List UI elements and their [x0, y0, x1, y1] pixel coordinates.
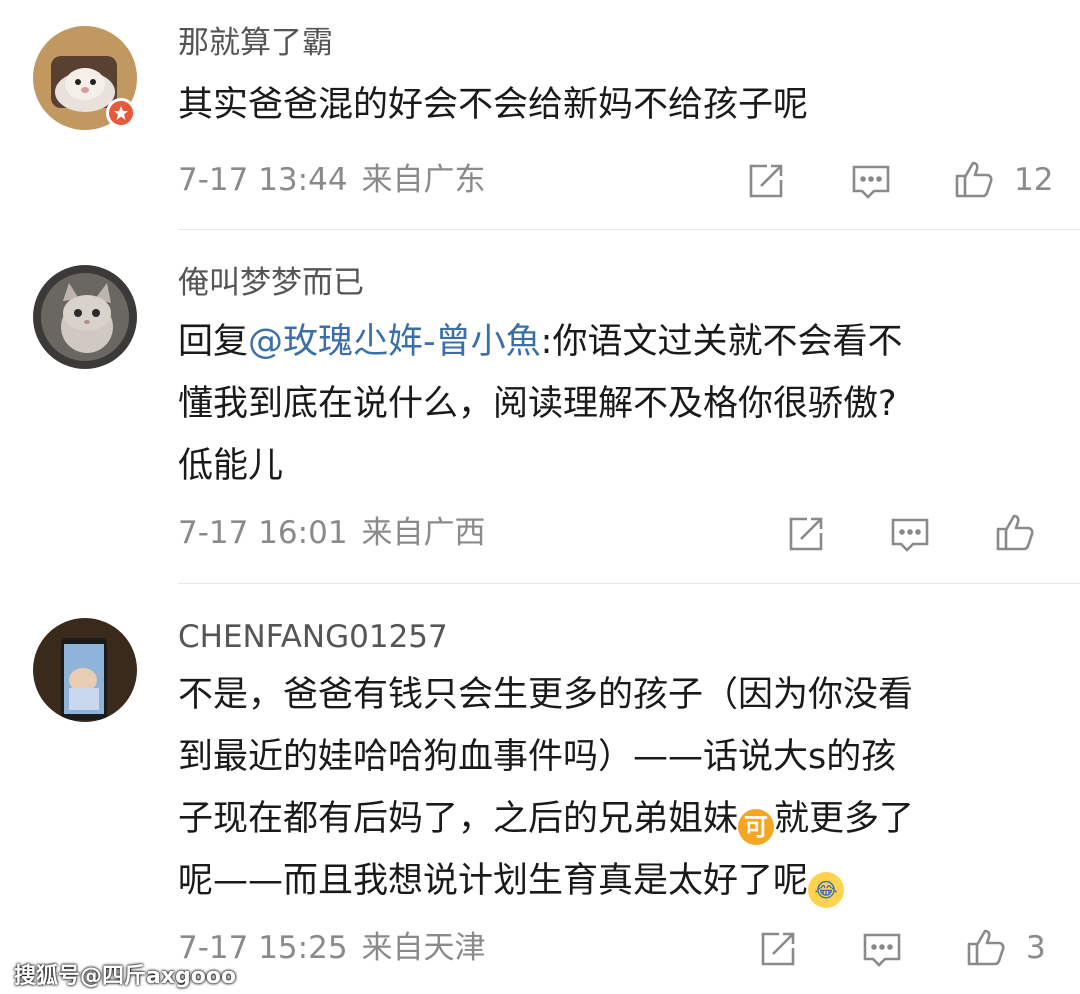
comment-icon[interactable] [850, 160, 892, 202]
comment-text: 不是，爸爸有钱只会生更多的孩子（因为你没看 到最近的娃哈哈狗血事件吗）——话说大… [178, 664, 1058, 912]
comment-meta: 7-17 16:01 来自广西 [178, 518, 486, 549]
comment-line: 子现在都有后妈了，之后的兄弟姐妹可就更多了 [178, 788, 1058, 850]
verified-badge-icon [106, 98, 136, 128]
like-count: 3 [1026, 930, 1046, 966]
like-icon[interactable] [953, 158, 995, 200]
comment-text: 其实爸爸混的好会不会给新妈不给孩子呢 [178, 74, 1058, 136]
comment-line-rest: :你语文过关就不会看不 [540, 322, 903, 362]
mention-link[interactable]: @玫瑰尐姩-曾小魚 [248, 322, 541, 362]
comment-line-part: 子现在都有后妈了，之后的兄弟姐妹 [178, 799, 739, 839]
ke-emoji-icon: 可 [738, 809, 775, 845]
comment-meta: 7-17 13:44 来自广东 [178, 165, 486, 196]
repost-icon[interactable] [785, 513, 827, 555]
comment-line-part: 就更多了 [774, 799, 915, 839]
comment-username[interactable]: CHENFANG01257 [178, 622, 448, 653]
comment-location: 来自广东 [361, 162, 486, 198]
comment-line: 呢——而且我想说计划生育真是太好了呢 😂 [178, 850, 1058, 912]
comment-icon[interactable] [889, 513, 931, 555]
comment-time: 7-17 13:44 [178, 162, 348, 198]
comment-line: 其实爸爸混的好会不会给新妈不给孩子呢 [178, 85, 809, 125]
avatar[interactable] [33, 265, 137, 369]
comment-time: 7-17 16:01 [178, 515, 348, 551]
watermark: 搜狐号@四斤axgooo [14, 964, 237, 989]
divider [178, 583, 1080, 584]
reply-prefix: 回复 [178, 322, 249, 362]
comment-username[interactable]: 俺叫梦梦而已 [178, 268, 364, 299]
like-icon[interactable] [965, 926, 1007, 968]
comment-line: 低能儿 [178, 446, 284, 486]
like-count: 12 [1014, 162, 1054, 198]
like-icon[interactable] [994, 511, 1036, 553]
repost-icon[interactable] [757, 928, 799, 970]
comment-location: 来自天津 [361, 930, 486, 966]
repost-icon[interactable] [745, 160, 787, 202]
divider [178, 229, 1080, 230]
avatar[interactable] [33, 618, 137, 722]
comment-location: 来自广西 [361, 515, 486, 551]
laugh-cry-emoji-icon: 😂 [808, 872, 845, 908]
comment-username[interactable]: 那就算了霸 [178, 28, 333, 59]
comment-line: 懂我到底在说什么，阅读理解不及格你很骄傲? [178, 384, 897, 424]
comment-line-part: 呢——而且我想说计划生育真是太好了呢 [178, 861, 809, 901]
comment-icon[interactable] [861, 928, 903, 970]
comment-line: 回复@玫瑰尐姩-曾小魚:你语文过关就不会看不 [178, 311, 1058, 373]
comment-line: 不是，爸爸有钱只会生更多的孩子（因为你没看 [178, 675, 914, 715]
comment-text: 回复@玫瑰尐姩-曾小魚:你语文过关就不会看不 懂我到底在说什么，阅读理解不及格你… [178, 311, 1058, 497]
comment-line: 到最近的娃哈哈狗血事件吗）——话说大s的孩 [178, 737, 897, 777]
